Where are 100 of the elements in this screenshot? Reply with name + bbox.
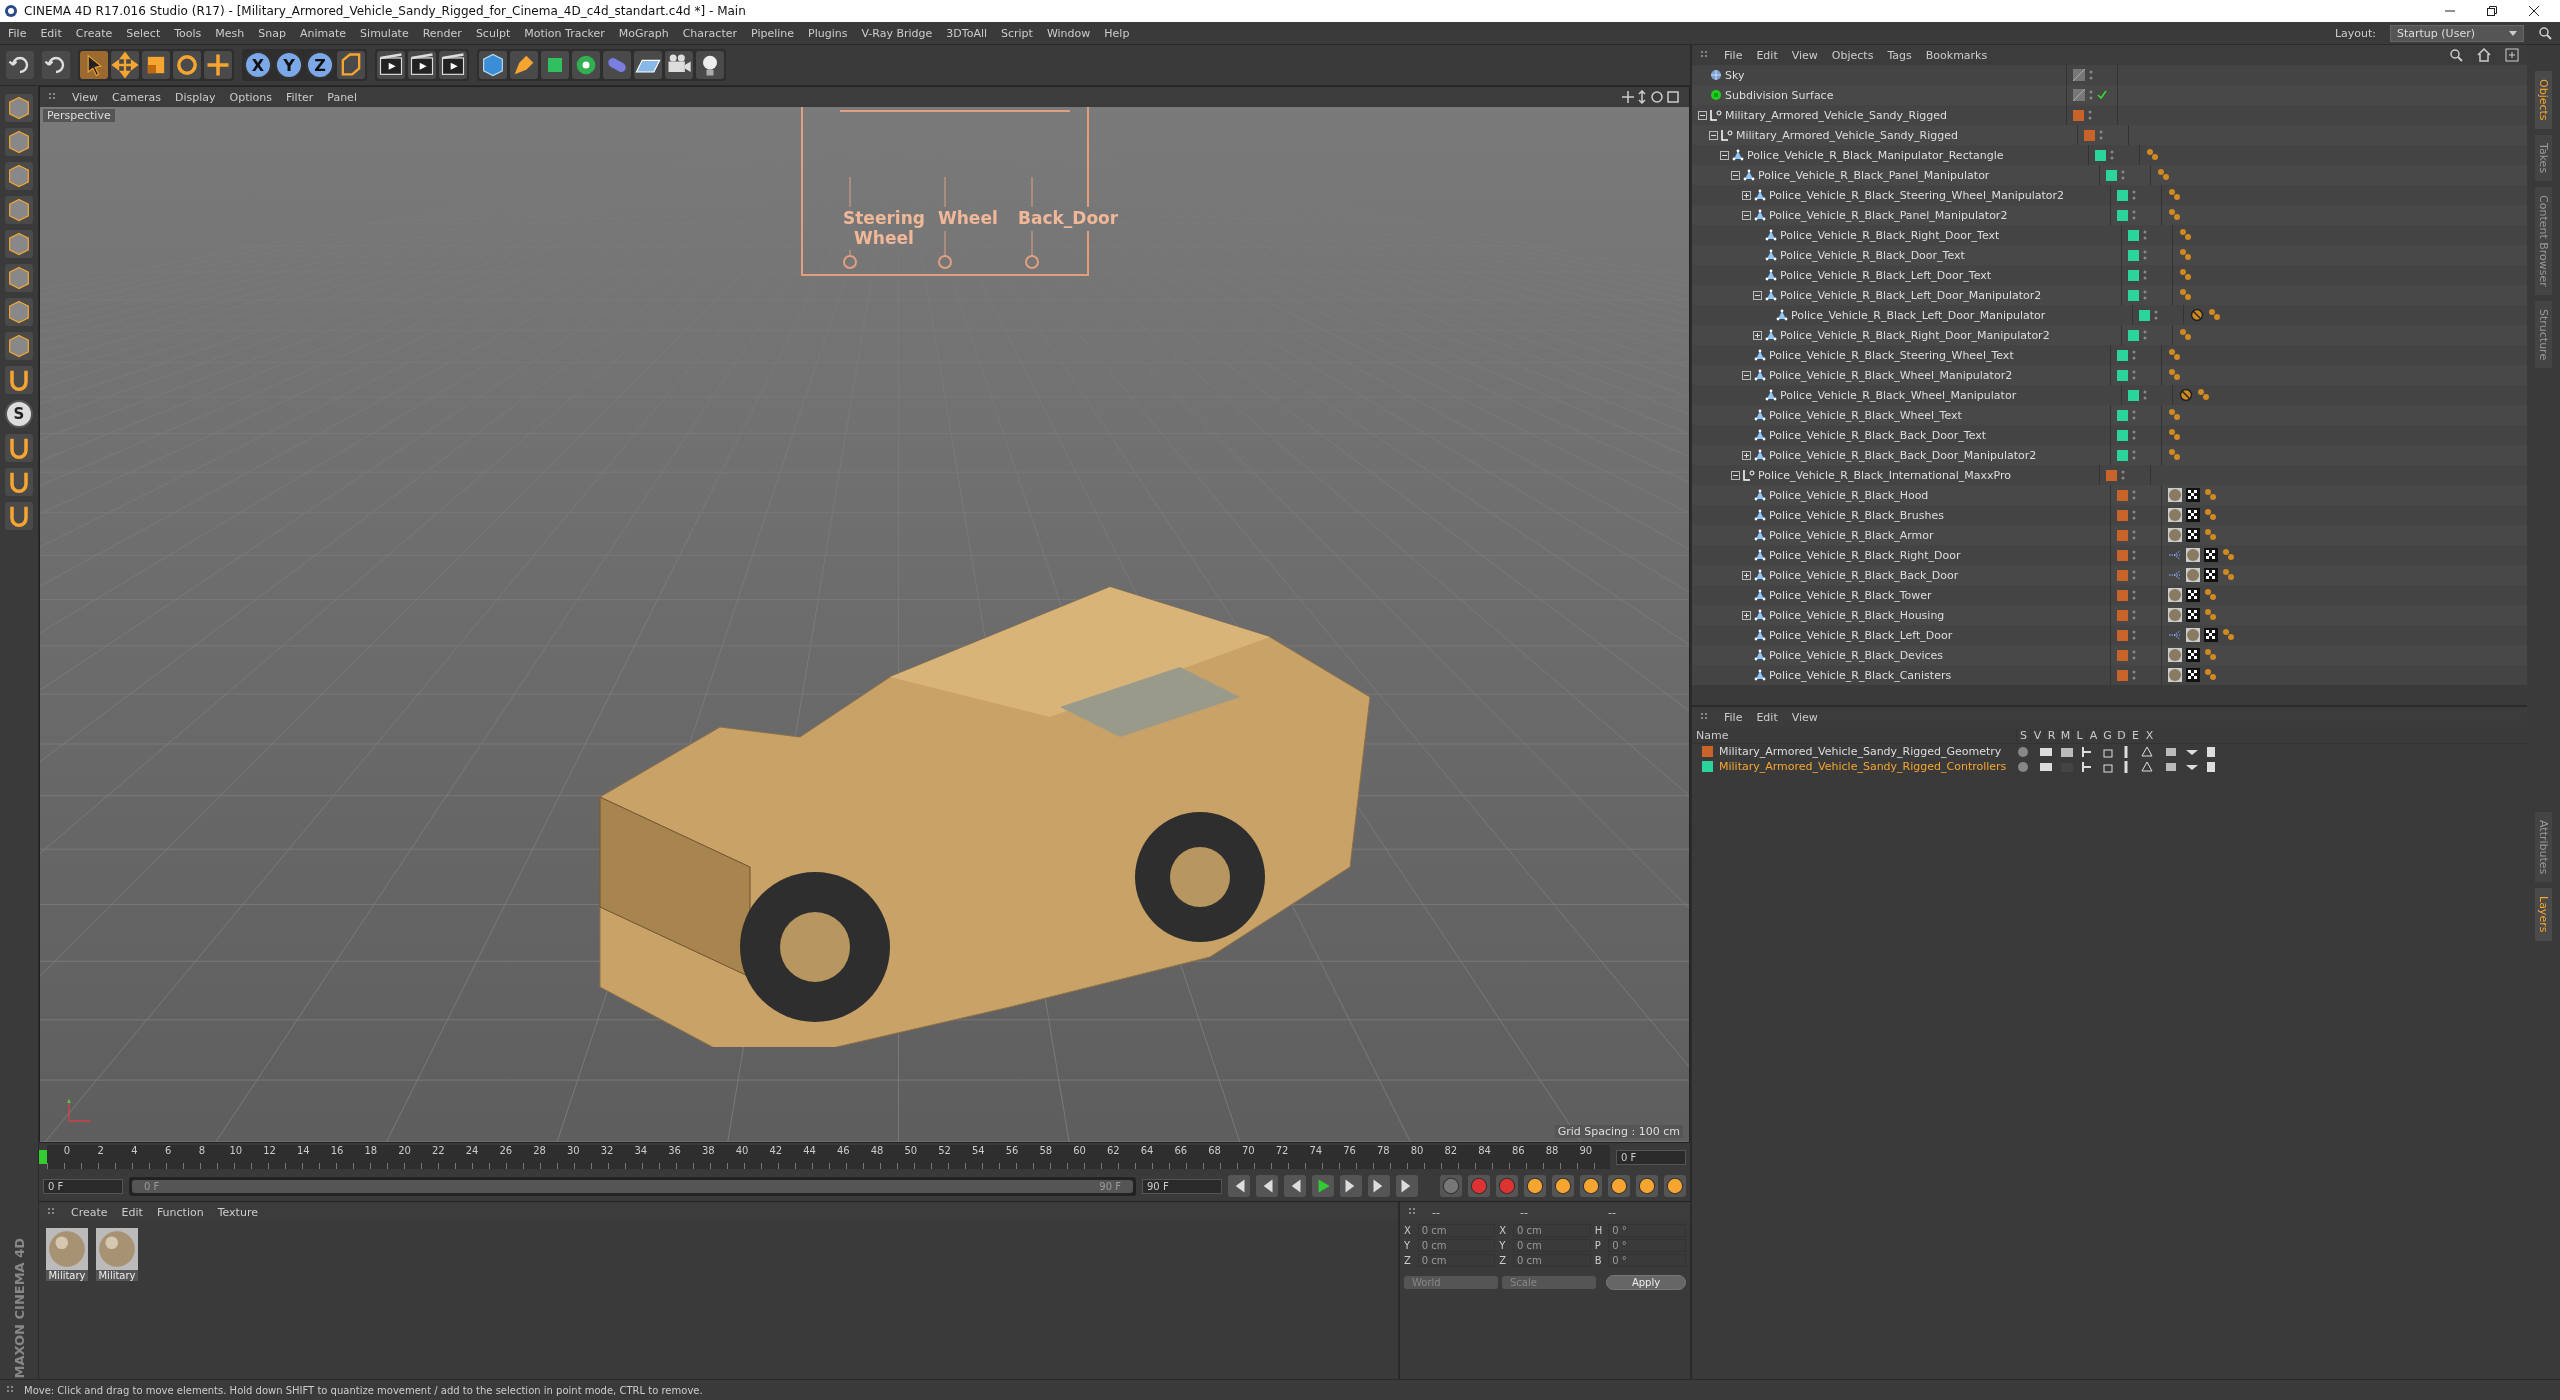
layer-swatch[interactable]: [2117, 569, 2128, 581]
menu-item[interactable]: Create: [71, 1205, 108, 1219]
axis-lock-button[interactable]: Y: [275, 51, 303, 79]
visibility-dots-icon[interactable]: [2132, 210, 2136, 220]
collapse-icon[interactable]: [1731, 170, 1740, 180]
viewport[interactable]: View Cameras Display Options Filter Panel Perspective Steering Wheel Wheel Back_Door Grid Spacing : 100 cm: [39, 86, 1690, 1143]
grid-plane-icon[interactable]: [634, 51, 662, 79]
viewport-menu-item[interactable]: Cameras: [112, 90, 161, 104]
side-tab[interactable]: Takes: [2535, 134, 2552, 181]
collapse-icon[interactable]: [1709, 130, 1718, 140]
tree-row[interactable]: Police_Vehicle_R_Black_Right_Door_Text: [1692, 225, 2527, 245]
menu-item[interactable]: Motion Tracker: [524, 26, 605, 40]
side-tab[interactable]: Attributes: [2535, 812, 2552, 883]
tree-row[interactable]: Police_Vehicle_R_Black_Panel_Manipulator: [1692, 165, 2527, 185]
coordinate-field[interactable]: 0 °: [1608, 1254, 1686, 1267]
visibility-dots-icon[interactable]: [2099, 130, 2103, 140]
visibility-dots-icon[interactable]: [2110, 150, 2114, 160]
layer-swatch[interactable]: [2117, 529, 2128, 541]
object-name[interactable]: Police_Vehicle_R_Black_Devices: [1769, 648, 1943, 662]
undo-icon[interactable]: [6, 51, 34, 79]
prohibited-tag-icon[interactable]: [2179, 388, 2193, 402]
side-tab[interactable]: Objects: [2535, 71, 2552, 129]
column-header[interactable]: X: [2142, 728, 2156, 742]
collapse-icon[interactable]: [1742, 370, 1751, 380]
layer-swatch[interactable]: [2106, 169, 2117, 181]
checker-tag-icon[interactable]: [2186, 488, 2200, 502]
visibility-dots-icon[interactable]: [2143, 330, 2147, 340]
move-icon[interactable]: [111, 51, 139, 79]
menu-item[interactable]: Mesh: [215, 26, 245, 40]
object-name[interactable]: Police_Vehicle_R_Black_Housing: [1769, 608, 1945, 622]
side-tab[interactable]: Layers: [2535, 888, 2552, 941]
magnet-icon[interactable]: [5, 366, 33, 394]
layer-swatch[interactable]: [2117, 669, 2128, 681]
visibility-dots-icon[interactable]: [2089, 90, 2093, 100]
coordinate-field[interactable]: 0 cm: [1513, 1224, 1591, 1237]
tree-row[interactable]: Police_Vehicle_R_Black_Armor: [1692, 525, 2527, 545]
layer-swatch[interactable]: [2117, 369, 2128, 381]
object-name[interactable]: Military_Armored_Vehicle_Sandy_Rigged: [1725, 108, 1947, 122]
tree-row[interactable]: Subdivision Surface: [1692, 85, 2527, 105]
object-name[interactable]: Subdivision Surface: [1725, 88, 1834, 102]
layer-swatch[interactable]: [2128, 289, 2139, 301]
tree-row[interactable]: Military_Armored_Vehicle_Sandy_Rigged: [1692, 105, 2527, 125]
search-icon[interactable]: [2449, 48, 2463, 62]
enabled-check-icon[interactable]: [2097, 90, 2107, 100]
tree-row[interactable]: Police_Vehicle_R_Black_Left_Door: [1692, 625, 2527, 645]
menu-item[interactable]: Help: [1104, 26, 1130, 40]
menu-item[interactable]: Tags: [1887, 48, 1912, 62]
layer-swatch[interactable]: [2117, 609, 2128, 621]
object-name[interactable]: Police_Vehicle_R_Black_Tower: [1769, 588, 1932, 602]
apply-button[interactable]: Apply: [1606, 1275, 1686, 1290]
coordinate-field[interactable]: 0 cm: [1417, 1239, 1496, 1252]
tree-row[interactable]: Police_Vehicle_R_Black_Back_Door: [1692, 565, 2527, 585]
object-name[interactable]: Police_Vehicle_R_Black_Manipulator_Rectangle: [1747, 148, 2004, 162]
object-name[interactable]: Police_Vehicle_R_Black_Back_Door_Text: [1769, 428, 1987, 442]
record-icon[interactable]: [1468, 1175, 1490, 1197]
tree-row[interactable]: Police_Vehicle_R_Black_Right_Door_Manipulator2: [1692, 325, 2527, 345]
column-header[interactable]: A: [2086, 728, 2100, 742]
layer-swatch[interactable]: [2073, 109, 2084, 121]
layer-swatch[interactable]: [1702, 746, 1713, 757]
coordinate-field[interactable]: 0 cm: [1513, 1254, 1591, 1267]
hierarchy-tag-icon[interactable]: [2168, 568, 2182, 582]
cube-icon[interactable]: [5, 196, 33, 224]
tree-row[interactable]: Police_Vehicle_R_Black_Panel_Manipulator2: [1692, 205, 2527, 225]
viewport-menu-item[interactable]: Panel: [327, 90, 357, 104]
tree-row[interactable]: Police_Vehicle_R_Black_Housing: [1692, 605, 2527, 625]
axis-lock-button[interactable]: X: [244, 51, 272, 79]
object-name[interactable]: Police_Vehicle_R_Black_Canisters: [1769, 668, 1952, 682]
object-name[interactable]: Police_Vehicle_R_Black_Steering_Wheel_Text: [1769, 348, 2014, 362]
checker-tag-icon[interactable]: [2186, 608, 2200, 622]
object-name[interactable]: Police_Vehicle_R_Black_Left_Door_Manipulator2: [1780, 288, 2042, 302]
expand-icon[interactable]: [1742, 450, 1751, 460]
object-name[interactable]: Police_Vehicle_R_Black_Wheel_Manipulator: [1780, 388, 2017, 402]
tree-row[interactable]: Police_Vehicle_R_Black_Hood: [1692, 485, 2527, 505]
object-name[interactable]: Police_Vehicle_R_Black_Left_Door_Text: [1780, 268, 1992, 282]
end-frame-field[interactable]: 90 F: [1142, 1178, 1222, 1194]
layer-swatch[interactable]: [2128, 249, 2139, 261]
menu-item[interactable]: Edit: [121, 1205, 143, 1219]
visibility-dots-icon[interactable]: [2143, 250, 2147, 260]
layer-swatch[interactable]: [2128, 229, 2139, 241]
visibility-dots-icon[interactable]: [2121, 470, 2125, 480]
menu-item[interactable]: 3DToAll: [946, 26, 987, 40]
layout-dropdown[interactable]: Startup (User): [2390, 24, 2524, 42]
checker-tag-icon[interactable]: [2204, 628, 2218, 642]
hierarchy-tag-icon[interactable]: [2168, 628, 2182, 642]
restore-icon[interactable]: [2486, 5, 2498, 17]
tree-row[interactable]: Police_Vehicle_R_Black_Door_Text: [1692, 245, 2527, 265]
layer-swatch[interactable]: [2117, 449, 2128, 461]
object-name[interactable]: Police_Vehicle_R_Black_Panel_Manipulator: [1758, 168, 1990, 182]
prohibited-tag-icon[interactable]: [2190, 308, 2204, 322]
expand-icon[interactable]: [1753, 330, 1762, 340]
visibility-dots-icon[interactable]: [2154, 310, 2158, 320]
ik-tag-icon[interactable]: [2168, 208, 2182, 222]
column-header[interactable]: Name: [1696, 728, 2016, 742]
ik-tag-icon[interactable]: [2179, 328, 2193, 342]
tree-row[interactable]: Police_Vehicle_R_Black_Brushes: [1692, 505, 2527, 525]
step-forward-icon[interactable]: [1340, 1175, 1362, 1197]
object-name[interactable]: Police_Vehicle_R_Black_Door_Text: [1780, 248, 1965, 262]
layer-row[interactable]: Military_Armored_Vehicle_Sandy_Rigged_Controllers: [1692, 759, 2527, 774]
viewport-menu-item[interactable]: Filter: [286, 90, 314, 104]
coordinate-field[interactable]: 0 °: [1608, 1224, 1686, 1237]
